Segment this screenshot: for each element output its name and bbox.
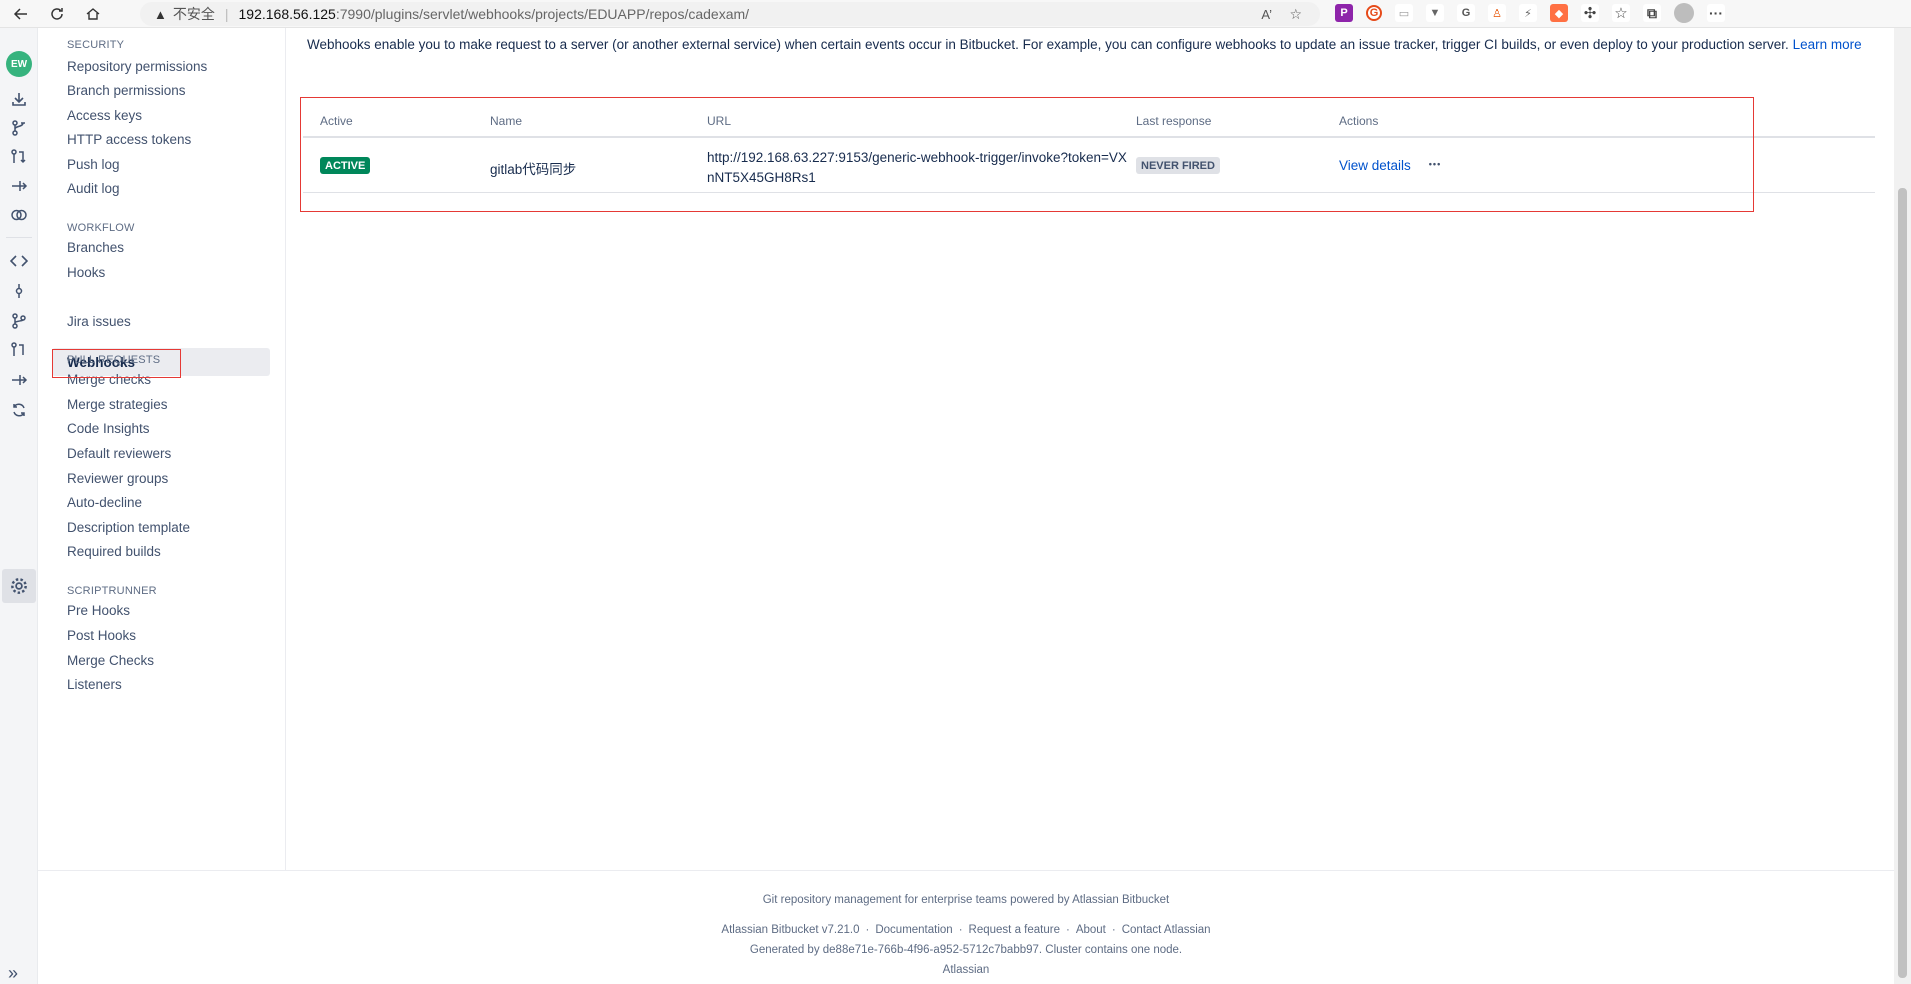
more-menu-icon[interactable]: ··· <box>1707 4 1725 22</box>
footer-generated: Generated by de88e71e-766b-4f96-a952-571… <box>749 944 1183 956</box>
learn-more-link[interactable]: Learn more <box>1793 37 1862 52</box>
sidebar-item-audit-log[interactable]: Audit log <box>52 174 270 202</box>
last-response-badge: NEVER FIRED <box>1136 157 1220 174</box>
column-header-actions: Actions <box>1339 114 1379 128</box>
puzzle-icon[interactable]: ✣ <box>1581 4 1599 22</box>
webhook-url: http://192.168.63.227:9153/generic-webho… <box>707 150 1127 185</box>
sidebar-item-jira-issues[interactable]: Jira issues <box>52 307 270 335</box>
profile-avatar[interactable] <box>1674 3 1694 23</box>
forks-icon[interactable] <box>8 369 30 391</box>
create-branch-icon[interactable] <box>8 117 30 139</box>
webhooks-intro: Webhooks enable you to make request to a… <box>307 34 1882 55</box>
page-footer: Git repository management for enterprise… <box>38 870 1894 984</box>
scrollbar-thumb[interactable] <box>1898 188 1907 978</box>
collections-icon[interactable]: ⧉ <box>1643 4 1661 22</box>
column-header-last-response: Last response <box>1136 114 1212 128</box>
footer-link-version[interactable]: Atlassian Bitbucket v7.21.0 <box>721 924 859 936</box>
sidebar-item-pre-hooks[interactable]: Pre Hooks <box>52 596 270 624</box>
favorites-icon[interactable]: ☆ <box>1612 4 1630 22</box>
intro-text: Webhooks enable you to make request to a… <box>307 37 1789 52</box>
pull-requests-icon[interactable] <box>8 339 30 361</box>
global-nav-rail: EW » <box>0 28 38 984</box>
url-host: 192.168.56.125 <box>238 6 336 22</box>
extension-icon[interactable]: P <box>1335 4 1353 22</box>
source-code-icon[interactable] <box>8 250 30 272</box>
column-header-name: Name <box>490 114 523 128</box>
read-aloud-icon[interactable]: A’ <box>1261 7 1272 22</box>
footer-link-about[interactable]: About <box>1076 924 1106 936</box>
more-icon: ••• <box>1428 159 1442 169</box>
clone-icon[interactable] <box>8 88 30 110</box>
home-button[interactable] <box>82 3 104 25</box>
sidebar-item-required-builds[interactable]: Required builds <box>52 537 270 565</box>
page-scrollbar[interactable] <box>1894 28 1911 984</box>
browser-toolbar: ▲ 不安全 | 192.168.56.125:7990/plugins/serv… <box>0 0 1911 28</box>
reload-button[interactable] <box>46 3 68 25</box>
back-arrow-icon <box>13 7 27 20</box>
status-badge: ACTIVE <box>320 157 371 174</box>
extension-icon[interactable]: ◆ <box>1550 4 1568 22</box>
insecure-label: 不安全 <box>172 6 215 22</box>
extension-icon[interactable]: G <box>1366 5 1382 21</box>
branches-icon[interactable] <box>8 310 30 332</box>
expand-sidebar-icon[interactable]: » <box>8 963 18 984</box>
sidebar-item-merge-checks[interactable]: Merge checks <box>52 365 270 393</box>
gear-icon <box>11 578 27 594</box>
compare-icon[interactable] <box>8 204 30 226</box>
footer-brand: Atlassian <box>942 964 990 976</box>
footer-tagline: Git repository management for enterprise… <box>762 894 1170 906</box>
back-button[interactable] <box>10 3 32 25</box>
sidebar-item-branch-permissions[interactable]: Branch permissions <box>52 76 270 104</box>
footer-link-contact[interactable]: Contact Atlassian <box>1122 924 1211 936</box>
column-header-url: URL <box>707 114 732 128</box>
webhooks-page: Webhooks enable you to make request to a… <box>287 28 1894 870</box>
sidebar-item-http-access-tokens[interactable]: HTTP access tokens <box>52 125 270 153</box>
url-path: :7990/plugins/servlet/webhooks/projects/… <box>335 6 750 22</box>
address-bar[interactable]: ▲ 不安全 | 192.168.56.125:7990/plugins/serv… <box>140 2 1320 26</box>
repository-settings-button[interactable] <box>2 569 36 603</box>
sidebar-item-listeners[interactable]: Listeners <box>52 670 270 698</box>
webhook-name: gitlab代码同步 <box>490 162 577 177</box>
sidebar-item-auto-decline[interactable]: Auto-decline <box>52 488 270 516</box>
extension-icon[interactable]: G <box>1457 4 1475 22</box>
sidebar-item-default-reviewers[interactable]: Default reviewers <box>52 439 270 467</box>
extension-icon[interactable]: ♙ <box>1488 4 1506 22</box>
fork-icon[interactable] <box>8 175 30 197</box>
more-actions-button[interactable]: ••• <box>1421 150 1449 178</box>
warning-icon: ▲ <box>154 6 167 22</box>
sidebar-item-hooks[interactable]: Hooks <box>52 258 270 286</box>
column-header-active: Active <box>320 114 353 128</box>
extension-icon[interactable]: ▼ <box>1426 4 1444 22</box>
favorite-star-icon[interactable]: ☆ <box>1289 6 1302 23</box>
create-pull-request-icon[interactable] <box>8 146 30 168</box>
commits-icon[interactable] <box>8 280 30 302</box>
footer-link-documentation[interactable]: Documentation <box>875 924 952 936</box>
settings-sidebar: SECURITY Repository permissions Branch p… <box>38 28 286 870</box>
sidebar-item-branches[interactable]: Branches <box>52 233 270 261</box>
home-icon <box>86 7 100 20</box>
reload-icon <box>51 7 63 20</box>
section-title-security: SECURITY <box>67 39 125 51</box>
footer-link-request-feature[interactable]: Request a feature <box>969 924 1060 936</box>
repo-avatar[interactable]: EW <box>6 51 32 77</box>
extension-icon[interactable]: ⚡ <box>1519 4 1537 22</box>
sidebar-item-code-insights[interactable]: Code Insights <box>52 414 270 442</box>
sidebar-item-post-hooks[interactable]: Post Hooks <box>52 621 270 649</box>
view-details-link[interactable]: View details <box>1339 158 1411 173</box>
footer-links: Atlassian Bitbucket v7.21.0 · Documentat… <box>721 924 1211 936</box>
builds-icon[interactable] <box>8 399 30 421</box>
extension-icon[interactable]: ▭ <box>1395 4 1413 22</box>
